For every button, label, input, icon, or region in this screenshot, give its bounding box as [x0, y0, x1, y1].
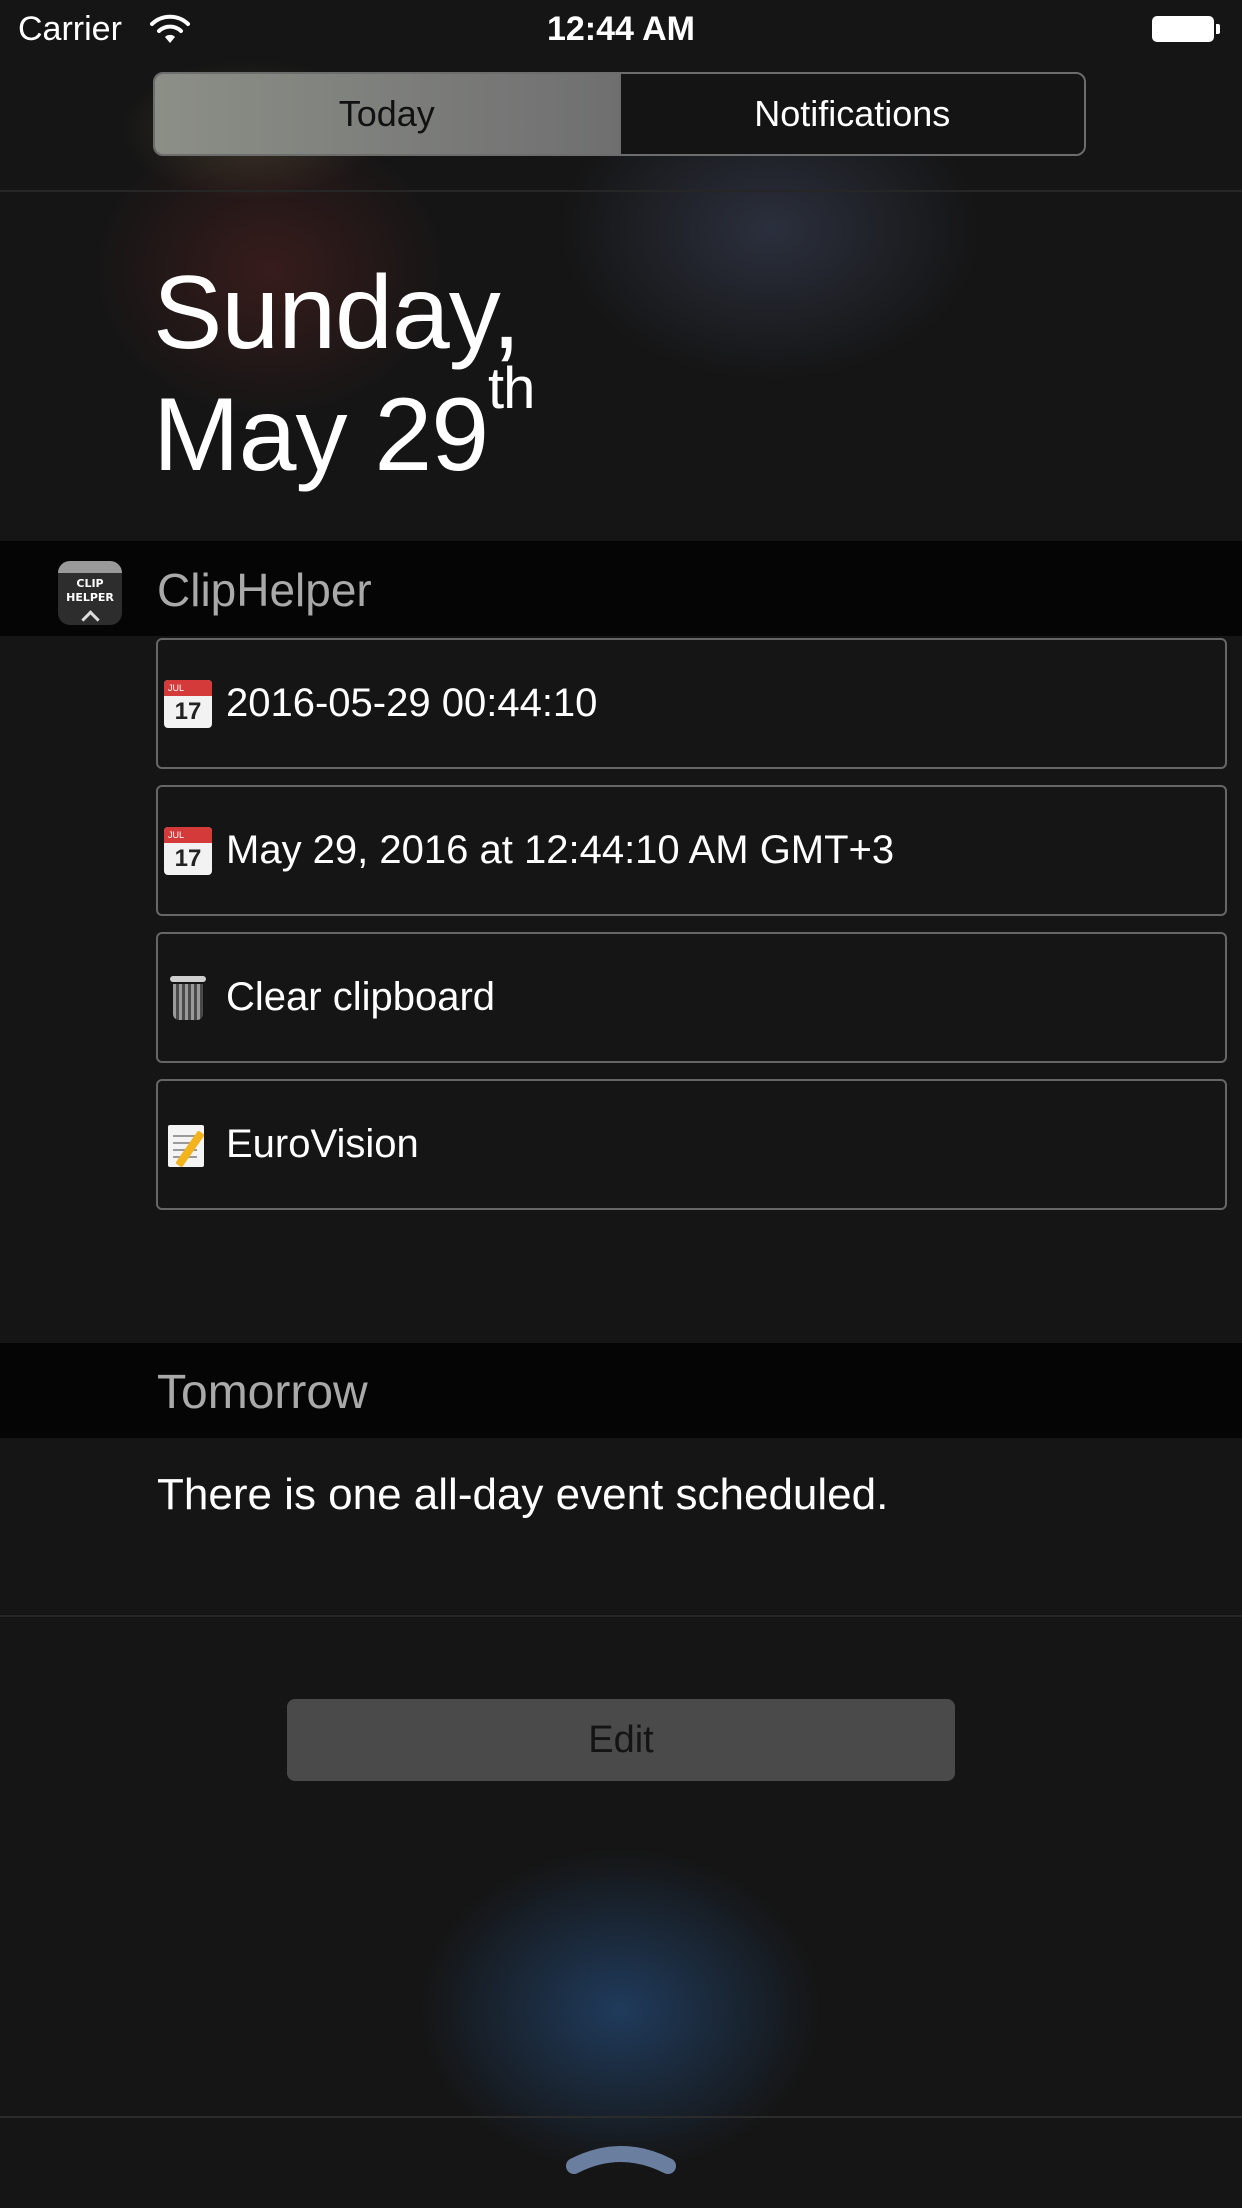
divider [0, 1615, 1242, 1617]
status-clock: 12:44 AM [546, 10, 696, 48]
background-glow [420, 1850, 820, 2170]
tomorrow-title: Tomorrow [157, 1366, 368, 1419]
clip-item-clear-clipboard[interactable]: Clear clipboard [156, 932, 1227, 1063]
calendar-icon: JUL 17 [164, 680, 212, 728]
divider [0, 190, 1242, 192]
edit-button[interactable]: Edit [287, 1699, 955, 1781]
tab-notifications[interactable]: Notifications [618, 74, 1084, 154]
app-icon-line-1: CLIP [76, 577, 104, 590]
clip-item-eurovision[interactable]: EuroVision [156, 1079, 1227, 1210]
divider [0, 2116, 1242, 2118]
tomorrow-summary[interactable]: There is one all-day event scheduled. [157, 1470, 888, 1520]
widget-header-cliphelper[interactable]: CLIP HELPER ClipHelper [0, 541, 1242, 636]
date-heading: Sunday, May 29th [153, 252, 535, 496]
app-icon-line-2: HELPER [66, 591, 114, 604]
battery-icon [1152, 16, 1222, 44]
memo-icon [164, 1121, 212, 1169]
tab-today[interactable]: Today [155, 74, 619, 154]
date-suffix: th [488, 356, 535, 421]
date-month-day-text: May 29 [153, 377, 489, 493]
clip-item-label: Clear clipboard [226, 975, 496, 1019]
clip-item-label: EuroVision [226, 1122, 419, 1166]
clip-item-date-iso[interactable]: JUL 17 2016-05-29 00:44:10 [156, 638, 1227, 769]
status-bar: Carrier 12:44 AM [0, 0, 1242, 60]
cliphelper-app-icon: CLIP HELPER [58, 561, 122, 625]
today-notifications-segmented-control: Today Notifications [153, 72, 1086, 156]
clip-item-label: 2016-05-29 00:44:10 [226, 681, 598, 725]
clip-item-label: May 29, 2016 at 12:44:10 AM GMT+3 [226, 828, 895, 872]
trash-icon [164, 974, 212, 1022]
clip-item-date-long[interactable]: JUL 17 May 29, 2016 at 12:44:10 AM GMT+3 [156, 785, 1227, 916]
widget-title: ClipHelper [157, 564, 372, 616]
calendar-icon: JUL 17 [164, 827, 212, 875]
date-month-day: May 29th [153, 360, 535, 496]
grabber-handle-icon[interactable] [566, 2138, 676, 2174]
date-weekday: Sunday, [153, 255, 521, 371]
chevron-up-icon [81, 610, 100, 625]
widget-header-tomorrow[interactable]: Tomorrow [0, 1343, 1242, 1438]
